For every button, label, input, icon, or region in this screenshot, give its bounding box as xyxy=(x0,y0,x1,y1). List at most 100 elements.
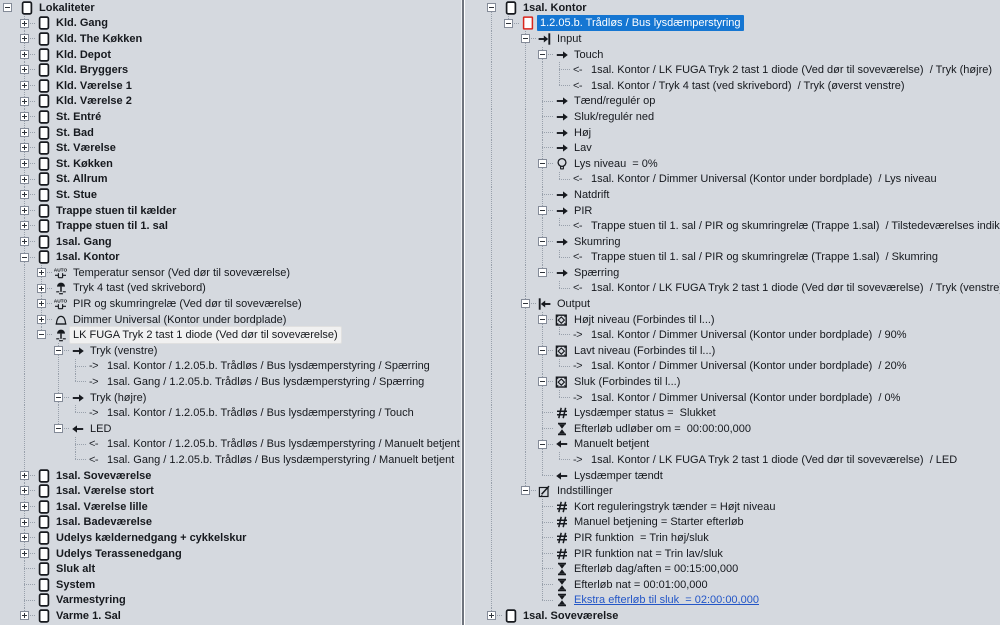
expander-minus-icon[interactable] xyxy=(538,159,547,168)
tree-item-label[interactable]: 1sal. Kontor / 1.2.05.b. Trådløs / Bus l… xyxy=(104,405,417,421)
tree-item-label[interactable]: Udelys kældernedgang + cykkelskur xyxy=(53,530,249,546)
tree-item-label[interactable]: 1sal. Kontor / Dimmer Universal (Kontor … xyxy=(588,171,940,187)
tree-item-label[interactable]: 1.2.05.b. Trådløs / Bus lysdæmperstyring xyxy=(537,15,744,31)
tree-item-label[interactable]: 1sal. Værelse stort xyxy=(53,483,157,499)
tree-item-label[interactable]: 1sal. Kontor / Dimmer Universal (Kontor … xyxy=(588,390,903,406)
expander-plus-icon[interactable] xyxy=(20,611,29,620)
tree-item-label[interactable]: St. Allrum xyxy=(53,171,111,187)
expander-minus-icon[interactable] xyxy=(538,315,547,324)
tree-item-label[interactable]: 1sal. Kontor / LK FUGA Tryk 2 tast 1 dio… xyxy=(588,280,1000,296)
expander-plus-icon[interactable] xyxy=(20,190,29,199)
expander-minus-icon[interactable] xyxy=(521,486,530,495)
expander-plus-icon[interactable] xyxy=(37,299,46,308)
tree-item-label[interactable]: Højt niveau (Forbindes til l...) xyxy=(571,312,718,328)
tree-item-label[interactable]: Touch xyxy=(571,47,606,63)
expander-plus-icon[interactable] xyxy=(20,175,29,184)
expander-minus-icon[interactable] xyxy=(54,393,63,402)
tree-item-label[interactable]: Sluk/regulér ned xyxy=(571,109,657,125)
expander-plus-icon[interactable] xyxy=(37,315,46,324)
tree-item-label[interactable]: Efterløb nat = 00:01:00,000 xyxy=(571,577,711,593)
expander-plus-icon[interactable] xyxy=(20,486,29,495)
expander-minus-icon[interactable] xyxy=(538,346,547,355)
tree-item-label[interactable]: Dimmer Universal (Kontor under bordplade… xyxy=(70,312,289,328)
tree-item-label[interactable]: Natdrift xyxy=(571,187,612,203)
tree-item-label[interactable]: 1sal. Kontor / Dimmer Universal (Kontor … xyxy=(588,327,909,343)
tree-item-label[interactable]: Spærring xyxy=(571,265,622,281)
tree-item-label[interactable]: 1sal. Kontor / 1.2.05.b. Trådløs / Bus l… xyxy=(104,436,461,452)
expander-plus-icon[interactable] xyxy=(487,611,496,620)
expander-plus-icon[interactable] xyxy=(20,97,29,106)
expander-plus-icon[interactable] xyxy=(20,237,29,246)
tree-item-label[interactable]: Kld. Depot xyxy=(53,47,114,63)
tree-item-label[interactable]: Lavt niveau (Forbindes til l...) xyxy=(571,343,718,359)
tree-item-label[interactable]: Tryk 4 tast (ved skrivebord) xyxy=(70,280,209,296)
tree-item-label[interactable]: 1sal. Kontor / Dimmer Universal (Kontor … xyxy=(588,358,909,374)
expander-minus-icon[interactable] xyxy=(54,346,63,355)
expander-minus-icon[interactable] xyxy=(20,253,29,262)
expander-plus-icon[interactable] xyxy=(20,533,29,542)
tree-item-label[interactable]: Kld. Bryggers xyxy=(53,62,131,78)
tree-item-label[interactable]: 1sal. Kontor / LK FUGA Tryk 2 tast 1 dio… xyxy=(588,62,995,78)
expander-plus-icon[interactable] xyxy=(20,143,29,152)
expander-minus-icon[interactable] xyxy=(538,237,547,246)
tree-item-label[interactable]: 1sal. Kontor / LK FUGA Tryk 2 tast 1 dio… xyxy=(588,452,960,468)
expander-plus-icon[interactable] xyxy=(20,19,29,28)
tree-item-label[interactable]: St. Køkken xyxy=(53,156,116,172)
expander-plus-icon[interactable] xyxy=(20,34,29,43)
tree-item-label[interactable]: Varme 1. Sal xyxy=(53,608,124,624)
tree-item-label[interactable]: Lys niveau = 0% xyxy=(571,156,661,172)
expander-minus-icon[interactable] xyxy=(3,3,12,12)
tree-item-label[interactable]: St. Værelse xyxy=(53,140,119,156)
tree-item-label[interactable]: Kld. Værelse 2 xyxy=(53,93,135,109)
tree-item-label[interactable]: 1sal. Gang xyxy=(53,234,115,250)
tree-item-label[interactable]: 1sal. Kontor / Tryk 4 tast (ved skrivebo… xyxy=(588,78,908,94)
expander-plus-icon[interactable] xyxy=(20,128,29,137)
expander-minus-icon[interactable] xyxy=(37,330,46,339)
expander-plus-icon[interactable] xyxy=(20,206,29,215)
expander-plus-icon[interactable] xyxy=(20,81,29,90)
tree-item-label[interactable]: Trappe stuen til 1. sal xyxy=(53,218,171,234)
expander-plus-icon[interactable] xyxy=(20,159,29,168)
tree-item-label[interactable]: Efterløb dag/aften = 00:15:00,000 xyxy=(571,561,741,577)
expander-minus-icon[interactable] xyxy=(538,206,547,215)
tree-item-label[interactable]: Kld. Gang xyxy=(53,15,111,31)
tree-item-label[interactable]: Output xyxy=(554,296,593,312)
expander-plus-icon[interactable] xyxy=(20,518,29,527)
tree-item-label[interactable]: Temperatur sensor (Ved dør til soveværel… xyxy=(70,265,293,281)
tree-item-label[interactable]: 1sal. Kontor xyxy=(520,0,590,16)
tree-item-label[interactable]: Kld. The Køkken xyxy=(53,31,145,47)
tree-item-label[interactable]: Input xyxy=(554,31,584,47)
expander-minus-icon[interactable] xyxy=(504,19,513,28)
tree-item-label[interactable]: Kld. Værelse 1 xyxy=(53,78,135,94)
tree-item-label[interactable]: Trappe stuen til kælder xyxy=(53,203,179,219)
tree-item-label[interactable]: PIR funktion nat = Trin lav/sluk xyxy=(571,546,726,562)
tree-item-label[interactable]: 1sal. Gang / 1.2.05.b. Trådløs / Bus lys… xyxy=(104,374,427,390)
tree-item-label[interactable]: 1sal. Kontor / 1.2.05.b. Trådløs / Bus l… xyxy=(104,358,433,374)
tree-item-label[interactable]: 1sal. Kontor xyxy=(53,249,123,265)
tree-item-label[interactable]: Tænd/regulér op xyxy=(571,93,658,109)
expander-minus-icon[interactable] xyxy=(538,440,547,449)
expander-plus-icon[interactable] xyxy=(37,268,46,277)
tree-item-label[interactable]: PIR xyxy=(571,203,595,219)
tree-item-label[interactable]: Lokaliteter xyxy=(36,0,98,16)
expander-plus-icon[interactable] xyxy=(20,221,29,230)
tree-item-label[interactable]: Ekstra efterløb til sluk = 02:00:00,000 xyxy=(571,592,762,608)
expander-plus-icon[interactable] xyxy=(20,65,29,74)
expander-minus-icon[interactable] xyxy=(538,268,547,277)
tree-item-label[interactable]: PIR funktion = Trin høj/sluk xyxy=(571,530,712,546)
tree-item-label[interactable]: Lysdæmper tændt xyxy=(571,468,666,484)
tree-item-label[interactable]: Varmestyring xyxy=(53,592,129,608)
expander-minus-icon[interactable] xyxy=(54,424,63,433)
tree-item-label[interactable]: 1sal. Værelse lille xyxy=(53,499,151,515)
expander-minus-icon[interactable] xyxy=(538,50,547,59)
tree-item-label[interactable]: LK FUGA Tryk 2 tast 1 diode (Ved dør til… xyxy=(70,327,341,343)
expander-plus-icon[interactable] xyxy=(20,502,29,511)
expander-plus-icon[interactable] xyxy=(20,471,29,480)
tree-item-label[interactable]: St. Entré xyxy=(53,109,104,125)
tree-item-label[interactable]: Tryk (højre) xyxy=(87,390,149,406)
tree-item-label[interactable]: Manuelt betjent xyxy=(571,436,652,452)
tree-item-label[interactable]: St. Stue xyxy=(53,187,100,203)
tree-item-label[interactable]: Lav xyxy=(571,140,595,156)
tree-item-label[interactable]: Skumring xyxy=(571,234,623,250)
tree-item-label[interactable]: 1sal. Soveværelse xyxy=(520,608,621,624)
